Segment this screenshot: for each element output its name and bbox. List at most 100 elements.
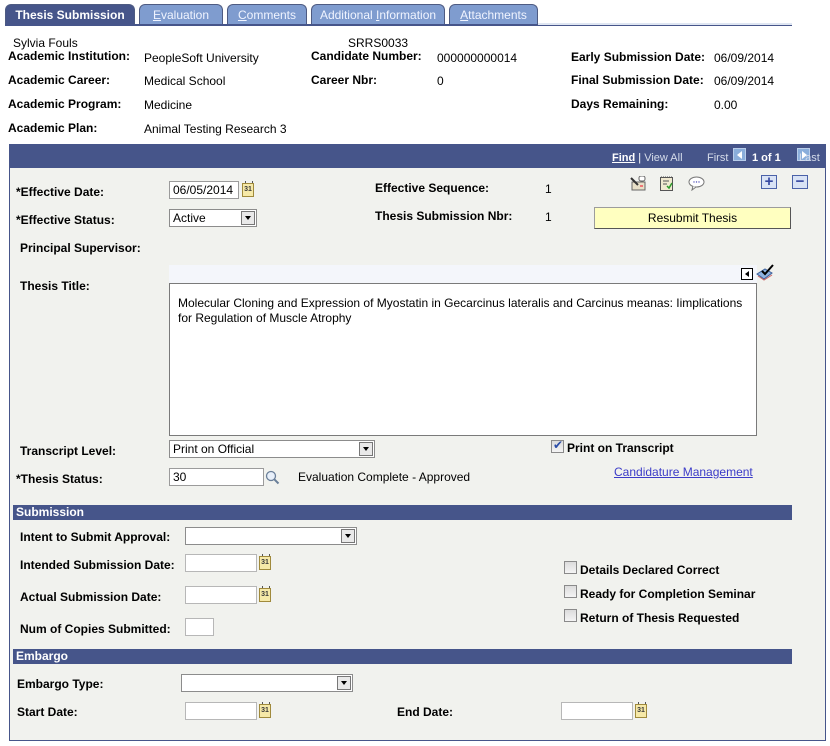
effective-status-label: *Effective Status:	[16, 213, 115, 227]
transcript-level-value: Print on Official	[173, 442, 255, 456]
career-nbr-value: 0	[437, 74, 444, 88]
actual-submission-date-input[interactable]	[185, 586, 257, 604]
tab-additional-prefix: Additional	[319, 8, 376, 22]
effective-sequence-value: 1	[545, 182, 552, 196]
chevron-down-icon	[337, 676, 351, 690]
tab-attachments-mnemonic: A	[460, 8, 469, 22]
start-date-label: Start Date:	[17, 705, 78, 719]
return-thesis-label: Return of Thesis Requested	[580, 611, 740, 625]
chevron-down-icon	[241, 211, 255, 225]
effective-date-input[interactable]: 06/05/2014	[169, 181, 239, 199]
calendar-icon[interactable]: 31	[242, 181, 254, 197]
tab-evaluation[interactable]: Evaluation	[139, 4, 223, 25]
collapse-toolbar-icon[interactable]	[741, 268, 753, 280]
print-on-transcript-label: Print on Transcript	[567, 441, 674, 455]
student-name: Sylvia Fouls	[13, 36, 78, 50]
principal-supervisor-label: Principal Supervisor:	[20, 241, 141, 255]
effective-status-value: Active	[173, 211, 206, 225]
tab-evaluation-label: valuation	[160, 8, 210, 22]
thesis-submission-nbr-label: Thesis Submission Nbr:	[375, 209, 513, 223]
early-submission-value: 06/09/2014	[714, 51, 775, 65]
ready-seminar-label: Ready for Completion Seminar	[580, 587, 756, 601]
intent-to-submit-select[interactable]	[185, 527, 357, 545]
tab-comments-mnemonic: C	[237, 8, 247, 22]
final-submission-value: 06/09/2014	[714, 74, 775, 88]
embargo-type-label: Embargo Type:	[17, 677, 104, 691]
intent-to-submit-label: Intent to Submit Approval:	[20, 530, 171, 544]
find-link[interactable]: Find	[612, 152, 635, 164]
last-link[interactable]: Last	[799, 152, 820, 164]
thesis-status-description: Evaluation Complete - Approved	[298, 470, 471, 484]
chevron-down-icon	[359, 442, 373, 456]
effective-date-label: *Effective Date:	[16, 185, 105, 199]
thesis-title-label: Thesis Title:	[20, 279, 90, 293]
effective-sequence-label: Effective Sequence:	[375, 181, 490, 195]
details-declared-label: Details Declared Correct	[580, 563, 720, 577]
tab-additional-information[interactable]: Additional Information	[311, 4, 445, 25]
print-on-transcript-checkbox[interactable]	[551, 438, 564, 453]
transcript-level-select[interactable]: Print on Official	[169, 440, 375, 458]
view-all-link[interactable]: View All	[644, 152, 682, 164]
calendar-icon[interactable]: 31	[635, 702, 647, 718]
academic-career-value: Medical School	[144, 74, 226, 88]
resubmit-thesis-button[interactable]: Resubmit Thesis	[594, 207, 791, 229]
notepad-icon[interactable]	[660, 176, 673, 191]
num-copies-input[interactable]	[185, 618, 214, 636]
thesis-title-textarea[interactable]: Molecular Cloning and Expression of Myos…	[169, 283, 757, 436]
tab-attachments[interactable]: Attachments	[449, 4, 538, 25]
delete-row-button[interactable]: −	[792, 174, 808, 189]
transcript-level-label: Transcript Level:	[20, 444, 117, 458]
tab-comments-label: omments	[246, 8, 297, 22]
early-submission-label: Early Submission Date:	[571, 50, 706, 64]
ready-seminar-checkbox[interactable]	[564, 585, 577, 598]
thesis-status-input[interactable]: 30	[169, 468, 264, 486]
search-icon[interactable]	[265, 470, 280, 485]
academic-plan-label: Academic Plan:	[8, 121, 98, 135]
prev-row-icon[interactable]	[733, 148, 746, 161]
details-declared-checkbox[interactable]	[564, 561, 577, 574]
spellcheck-icon[interactable]	[756, 264, 774, 282]
calendar-icon[interactable]: 31	[259, 702, 271, 718]
academic-program-value: Medicine	[144, 98, 193, 112]
student-id: SRRS0033	[348, 36, 409, 50]
tab-attachments-label: ttachments	[468, 8, 527, 22]
calendar-icon[interactable]: 31	[259, 554, 271, 570]
nav-separator: |	[638, 152, 642, 164]
thesis-status-label: *Thesis Status:	[16, 472, 103, 486]
num-copies-label: Num of Copies Submitted:	[20, 622, 171, 636]
academic-institution-value: PeopleSoft University	[144, 51, 259, 65]
textarea-toolbar	[169, 265, 757, 283]
tab-additional-label: nformation	[379, 8, 437, 22]
tab-thesis-submission[interactable]: Thesis Submission	[5, 4, 135, 26]
effective-status-select[interactable]: Active	[169, 209, 257, 227]
end-date-label: End Date:	[397, 705, 454, 719]
end-date-input[interactable]	[561, 702, 633, 720]
chevron-down-icon	[341, 529, 355, 543]
calendar-icon[interactable]: 31	[259, 586, 271, 602]
tab-comments[interactable]: Comments	[227, 4, 307, 25]
intended-submission-date-input[interactable]	[185, 554, 257, 572]
workflow-icon[interactable]	[630, 175, 646, 191]
embargo-type-select[interactable]	[181, 674, 353, 692]
candidate-number-label: Candidate Number:	[311, 49, 422, 63]
candidate-number-value: 000000000014	[437, 51, 518, 65]
academic-career-label: Academic Career:	[8, 73, 111, 87]
return-thesis-checkbox[interactable]	[564, 609, 577, 622]
academic-institution-label: Academic Institution:	[8, 49, 131, 63]
candidature-management-link[interactable]: Candidature Management	[614, 465, 753, 479]
submission-section-header: Submission	[13, 505, 792, 520]
embargo-section-header: Embargo	[13, 649, 792, 664]
panel-header: Find | View All First 1 of 1 Last	[9, 144, 826, 168]
first-link[interactable]: First	[707, 152, 728, 164]
thesis-submission-nbr-value: 1	[545, 210, 552, 224]
row-counter: 1 of 1	[752, 152, 781, 164]
comment-icon[interactable]	[688, 176, 705, 192]
add-row-button[interactable]: +	[761, 174, 777, 189]
tab-evaluation-mnemonic: E	[152, 8, 161, 22]
final-submission-label: Final Submission Date:	[571, 73, 704, 87]
days-remaining-value: 0.00	[714, 98, 738, 112]
tab-underline-light	[538, 23, 792, 25]
career-nbr-label: Career Nbr:	[311, 73, 378, 87]
start-date-input[interactable]	[185, 702, 257, 720]
actual-submission-date-label: Actual Submission Date:	[20, 590, 162, 604]
